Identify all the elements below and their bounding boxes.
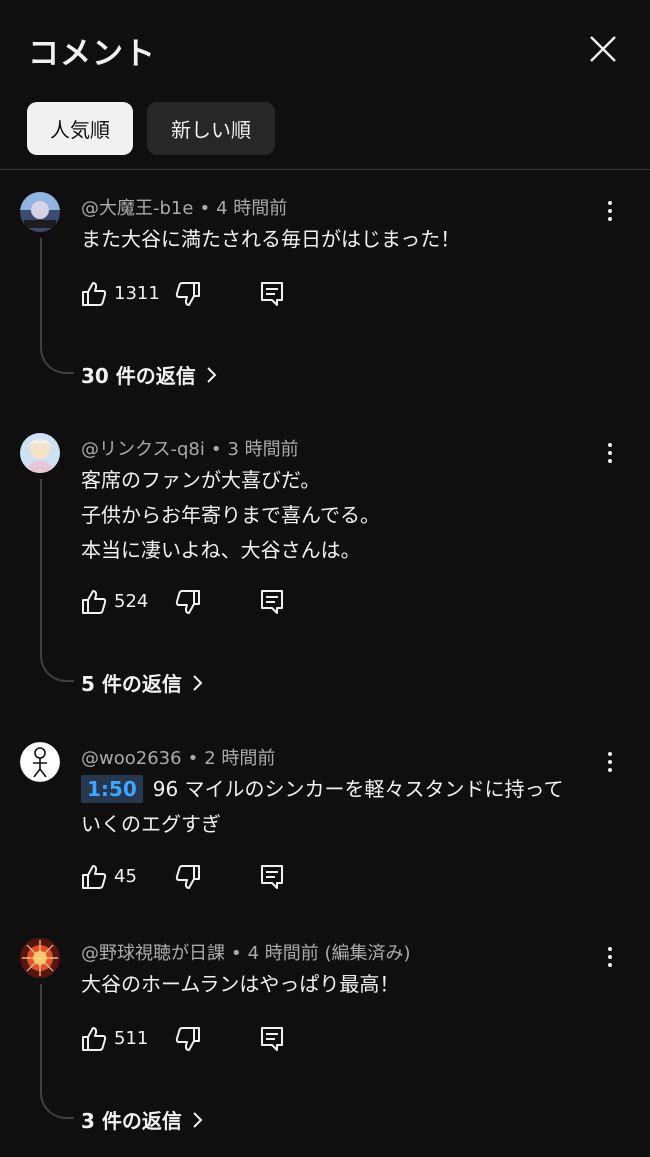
reply-button[interactable] [258,863,286,891]
like-icon [82,282,107,306]
reply-icon [261,1027,283,1051]
thread-line [40,238,74,374]
like-button[interactable] [80,1025,108,1053]
comment-author[interactable]: @woo2636 [81,748,182,769]
comment-meta: @大魔王-b1e • 4 時間前 [81,198,288,219]
comment-time[interactable]: 4 時間前 [216,198,287,219]
comment-text: 客席のファンが大喜びだ。 子供からお年寄りまで喜んでる。 本当に凄いよね、大谷さ… [81,463,621,568]
comment-text: 大谷のホームランはやっぱり最高！ [81,967,621,1002]
dislike-icon [175,865,200,889]
close-icon [590,36,616,62]
comment-actions: 45 [80,863,300,893]
comment-time[interactable]: 3 時間前 [227,439,298,460]
comment-author[interactable]: @リンクス-q8i [81,439,205,460]
page-title: コメント [28,36,156,72]
comment-time[interactable]: 2 時間前 [204,748,275,769]
dislike-button[interactable] [174,280,202,308]
more-vert-icon [608,201,612,205]
avatar[interactable] [20,433,60,473]
dislike-button[interactable] [174,863,202,891]
more-vert-icon [608,443,612,447]
close-button[interactable] [586,32,620,66]
like-count: 45 [114,866,137,887]
comment-line: いくのエグすぎ [81,812,221,836]
comment-line: また大谷に満たされる毎日がはじまった！ [81,227,461,251]
avatar[interactable] [20,938,60,978]
comment-text: 1:50 96 マイルのシンカーを軽々スタンドに持って いくのエグすぎ [81,772,621,842]
comment-actions: 1311 [80,280,300,310]
comment-line: 子供からお年寄りまで喜んでる。 [81,503,380,527]
comment-line: 客席のファンが大喜びだ。 [81,468,321,492]
replies-label: 5 件の返信 [81,672,182,696]
comment-text: また大谷に満たされる毎日がはじまった！ [81,222,621,257]
thread-line [40,479,74,682]
sort-chip-popular[interactable]: 人気順 [27,102,133,155]
sort-chip-newest[interactable]: 新しい順 [147,102,275,155]
dislike-icon [175,282,200,306]
like-icon [82,1027,107,1051]
timestamp-link[interactable]: 1:50 [81,775,143,803]
replies-label: 30 件の返信 [81,364,196,388]
more-button[interactable] [598,748,622,776]
reply-button[interactable] [258,280,286,308]
dislike-button[interactable] [174,1025,202,1053]
more-button[interactable] [598,439,622,467]
reply-button[interactable] [258,1025,286,1053]
reply-icon [261,282,283,306]
more-vert-icon [608,947,612,951]
avatar[interactable] [20,742,60,782]
like-icon [82,590,107,614]
like-button[interactable] [80,280,108,308]
comment-meta: @野球視聴が日課 • 4 時間前 (編集済み) [81,943,411,964]
more-vert-icon [608,752,612,756]
like-count: 524 [114,591,149,612]
dislike-icon [175,1027,200,1051]
comment-line: 大谷のホームランはやっぱり最高！ [81,972,400,996]
comment-author[interactable]: @大魔王-b1e [81,198,193,219]
replies-label: 3 件の返信 [81,1109,182,1133]
comment-line: 96 マイルのシンカーを軽々スタンドに持って [152,777,564,801]
more-button[interactable] [598,197,622,225]
comment-actions: 511 [80,1025,300,1055]
thread-line [40,984,74,1119]
comment-author[interactable]: @野球視聴が日課 [81,943,225,964]
reply-button[interactable] [258,588,286,616]
reply-icon [261,590,283,614]
like-button[interactable] [80,588,108,616]
like-icon [82,865,107,889]
like-button[interactable] [80,863,108,891]
comment-actions: 524 [80,588,300,618]
dislike-button[interactable] [174,588,202,616]
view-replies-button[interactable]: 3 件の返信 [81,1105,204,1134]
comment-meta: @woo2636 • 2 時間前 [81,748,276,769]
chevron-right-icon [193,1111,203,1128]
view-replies-button[interactable]: 30 件の返信 [81,360,218,389]
avatar[interactable] [20,192,60,232]
like-count: 1311 [114,283,160,304]
comment-time[interactable]: 4 時間前 (編集済み) [248,943,411,964]
dislike-icon [175,590,200,614]
comments-header: コメント 人気順 新しい順 [0,0,650,170]
chevron-right-icon [193,674,203,691]
comment-line: 本当に凄いよね、大谷さんは。 [81,538,361,562]
view-replies-button[interactable]: 5 件の返信 [81,668,204,697]
comment-meta: @リンクス-q8i • 3 時間前 [81,439,299,460]
like-count: 511 [114,1028,149,1049]
more-button[interactable] [598,943,622,971]
reply-icon [261,865,283,889]
chevron-right-icon [207,366,217,383]
